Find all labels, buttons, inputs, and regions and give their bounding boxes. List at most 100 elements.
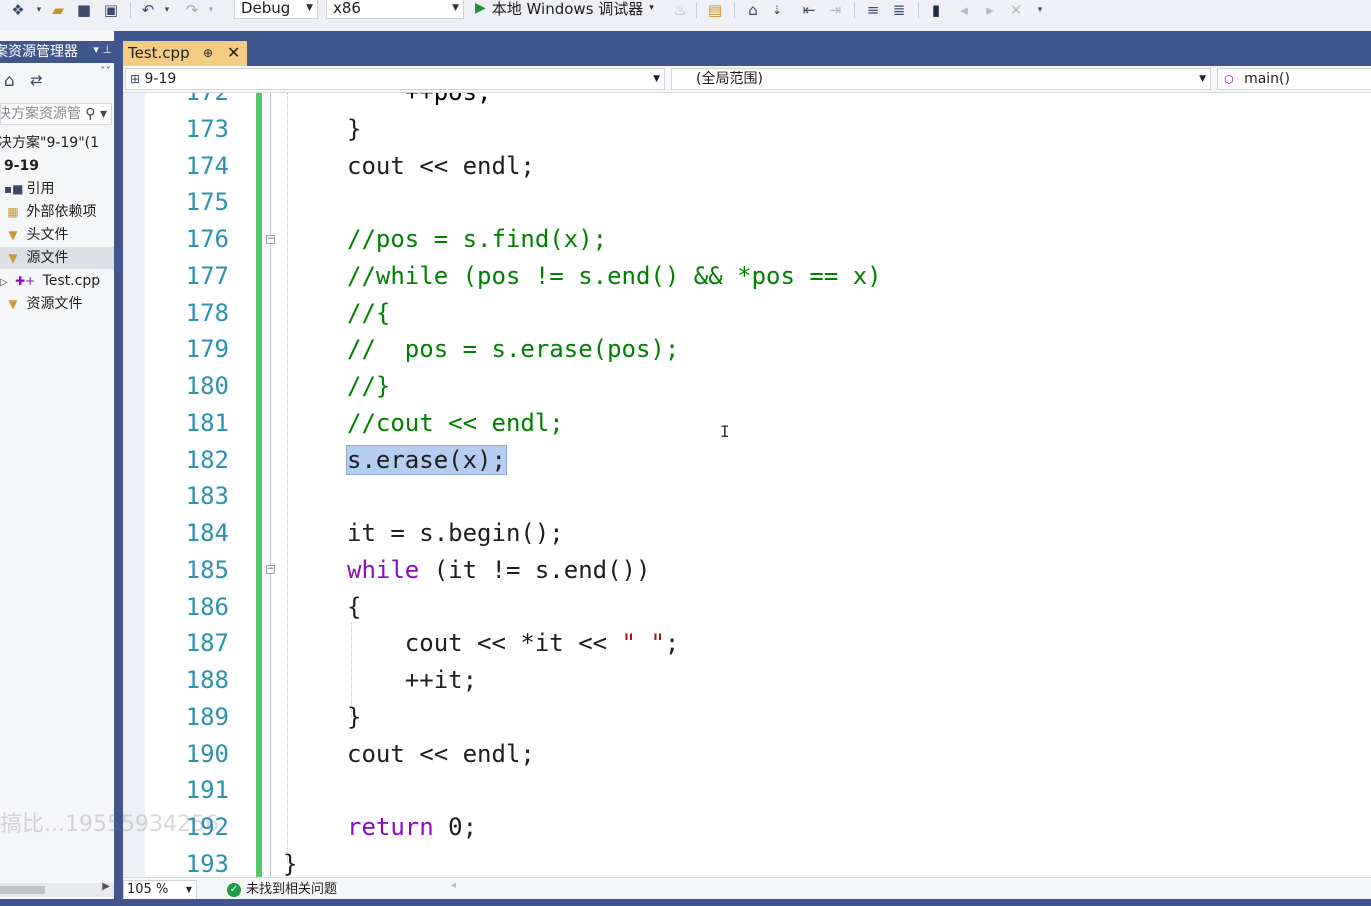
- line-number: 181: [185, 409, 229, 437]
- search-icon[interactable]: ⚲ ▾: [83, 104, 107, 124]
- line-number: 188: [185, 666, 229, 694]
- member-select[interactable]: ⬡ main(): [1217, 68, 1371, 90]
- prev-bookmark-icon[interactable]: ◂: [954, 0, 974, 20]
- solution-explorer-title-bar: 案资源管理器 ▾ ⊥: [0, 41, 114, 63]
- tree-item-source-files[interactable]: ▼ 源文件: [0, 247, 114, 269]
- code-line[interactable]: cout << endl;: [347, 736, 535, 773]
- redo-icon[interactable]: ↷: [182, 0, 202, 20]
- open-icon[interactable]: ▰: [48, 0, 68, 20]
- code-line-comment[interactable]: //cout << endl;: [347, 405, 564, 442]
- undo-icon[interactable]: ↶: [138, 0, 158, 20]
- code-line[interactable]: }: [283, 846, 297, 877]
- code-text: it = s.begin();: [347, 519, 564, 547]
- configuration-select[interactable]: Debug ▼: [234, 0, 318, 19]
- home-icon[interactable]: ⌂: [4, 71, 15, 91]
- code-line[interactable]: s.erase(x);: [346, 442, 507, 479]
- line-number: 172: [145, 93, 229, 111]
- issues-indicator[interactable]: ✓ 未找到相关问题: [227, 881, 337, 899]
- tree-item-external-deps[interactable]: ▦ 外部依赖项: [4, 201, 96, 223]
- code-line-comment[interactable]: //pos = s.find(x);: [347, 221, 607, 258]
- collapse-icon[interactable]: −: [266, 565, 275, 574]
- code-line-comment[interactable]: //}: [347, 368, 390, 405]
- code-line-comment[interactable]: //while (pos != s.end() && *pos == x): [347, 258, 882, 295]
- undo-dropdown-icon[interactable]: ▾: [162, 0, 172, 20]
- code-text: // pos = s.erase(pos);: [347, 335, 680, 363]
- outline-line: [270, 736, 271, 877]
- clear-bookmarks-icon[interactable]: ✕: [1006, 0, 1026, 20]
- project-select[interactable]: ⊞ 9-19 ▼: [125, 68, 665, 90]
- indent-icon[interactable]: ⇥: [824, 0, 846, 20]
- code-text: }: [283, 850, 298, 877]
- code-line[interactable]: }: [347, 699, 361, 736]
- scroll-left-icon[interactable]: ◂: [451, 880, 456, 891]
- sync-icon[interactable]: ⇣: [768, 0, 786, 20]
- tree-solution[interactable]: 决方案"9-19"(1: [0, 132, 99, 154]
- code-text: cout << *it << " ";: [347, 629, 680, 657]
- code-line[interactable]: }: [347, 111, 361, 148]
- zoom-select[interactable]: 105 % ▼: [123, 880, 197, 900]
- code-line-comment[interactable]: //{: [347, 295, 390, 332]
- tree-project-label: 9-19: [4, 158, 40, 174]
- external-deps-icon: ▦: [7, 205, 19, 219]
- code-line[interactable]: while (it != s.end()): [347, 552, 650, 589]
- scrollbar-thumb[interactable]: [0, 886, 45, 894]
- line-number: 177: [185, 262, 229, 290]
- code-editor[interactable]: − − 172 173 174 175 176 177 178 179 180 …: [123, 93, 1371, 877]
- pin-icon[interactable]: ⊕: [203, 41, 213, 65]
- collapse-icon[interactable]: −: [266, 235, 275, 244]
- home-icon[interactable]: ⌂: [742, 0, 764, 20]
- save-icon[interactable]: ■: [74, 0, 94, 20]
- code-line[interactable]: ++pos;: [347, 93, 492, 111]
- code-line[interactable]: return 0;: [347, 809, 477, 846]
- new-project-icon[interactable]: ❖: [8, 0, 28, 20]
- bookmark-icon[interactable]: ▮: [926, 0, 946, 20]
- tree-project[interactable]: 9-19: [4, 155, 39, 177]
- save-all-icon[interactable]: ▣: [100, 0, 122, 20]
- line-number: 178: [185, 299, 229, 327]
- tree-item-test-cpp[interactable]: ▷ ✚+ Test.cpp: [0, 270, 100, 292]
- code-text: //}: [347, 372, 391, 400]
- toolbar-separator: [130, 2, 131, 18]
- toolbar-overflow-icon[interactable]: ▾: [1032, 0, 1048, 20]
- tree-item-resource-files[interactable]: ▼ 资源文件: [4, 293, 82, 315]
- start-debugging-button[interactable]: ▶ 本地 Windows 调试器 ▾: [475, 0, 654, 19]
- more-tools-icon[interactable]: ˇˇ: [100, 65, 111, 78]
- scope-select[interactable]: (全局范围) ▼: [671, 68, 1211, 90]
- explorer-horizontal-scrollbar[interactable]: ▶: [0, 881, 114, 897]
- scroll-right-icon[interactable]: ▶: [102, 881, 110, 892]
- tree-item-references[interactable]: ▪■ 引用: [4, 178, 54, 200]
- comment-icon[interactable]: ≡: [862, 0, 884, 20]
- document-tab-strip: Test.cpp ⊕ ✕: [123, 31, 1371, 66]
- line-number: 185: [185, 556, 229, 584]
- find-in-files-icon[interactable]: ▤: [704, 0, 726, 20]
- method-icon: ⬡: [1224, 73, 1234, 86]
- chevron-down-icon: ▼: [452, 3, 459, 13]
- explorer-search-input[interactable]: 决方案资源管 ⚲ ▾: [0, 103, 112, 125]
- redo-dropdown-icon[interactable]: ▾: [206, 0, 216, 20]
- pane-splitter[interactable]: [114, 31, 123, 906]
- switch-views-icon[interactable]: ⇄: [30, 71, 43, 89]
- pane-options-icon[interactable]: ▾ ⊥: [93, 39, 112, 61]
- code-line[interactable]: ++it;: [347, 662, 477, 699]
- hot-reload-icon[interactable]: ♨: [672, 0, 688, 20]
- outdent-icon[interactable]: ⇤: [798, 0, 820, 20]
- issues-text: 未找到相关问题: [246, 882, 338, 897]
- line-number: 193: [185, 850, 229, 877]
- next-bookmark-icon[interactable]: ▸: [980, 0, 1000, 20]
- code-line-comment[interactable]: // pos = s.erase(pos);: [347, 331, 679, 368]
- scope-select-value: (全局范围): [696, 71, 763, 87]
- line-number: 173: [185, 115, 229, 143]
- tab-test-cpp[interactable]: Test.cpp ⊕ ✕: [123, 41, 247, 66]
- code-line[interactable]: cout << *it << " ";: [347, 625, 680, 662]
- platform-select[interactable]: x86 ▼: [326, 0, 464, 19]
- new-project-dropdown-icon[interactable]: ▾: [34, 0, 44, 20]
- code-line[interactable]: {: [347, 589, 361, 626]
- uncomment-icon[interactable]: ≣: [888, 0, 910, 20]
- expand-arrow-icon[interactable]: ▷: [0, 277, 8, 288]
- close-icon[interactable]: ✕: [227, 41, 240, 65]
- tree-item-header-files[interactable]: ▼ 头文件: [4, 224, 68, 246]
- line-number: 186: [185, 593, 229, 621]
- code-line[interactable]: cout << endl;: [347, 148, 535, 185]
- code-text: cout << endl;: [347, 152, 535, 180]
- code-line[interactable]: it = s.begin();: [347, 515, 564, 552]
